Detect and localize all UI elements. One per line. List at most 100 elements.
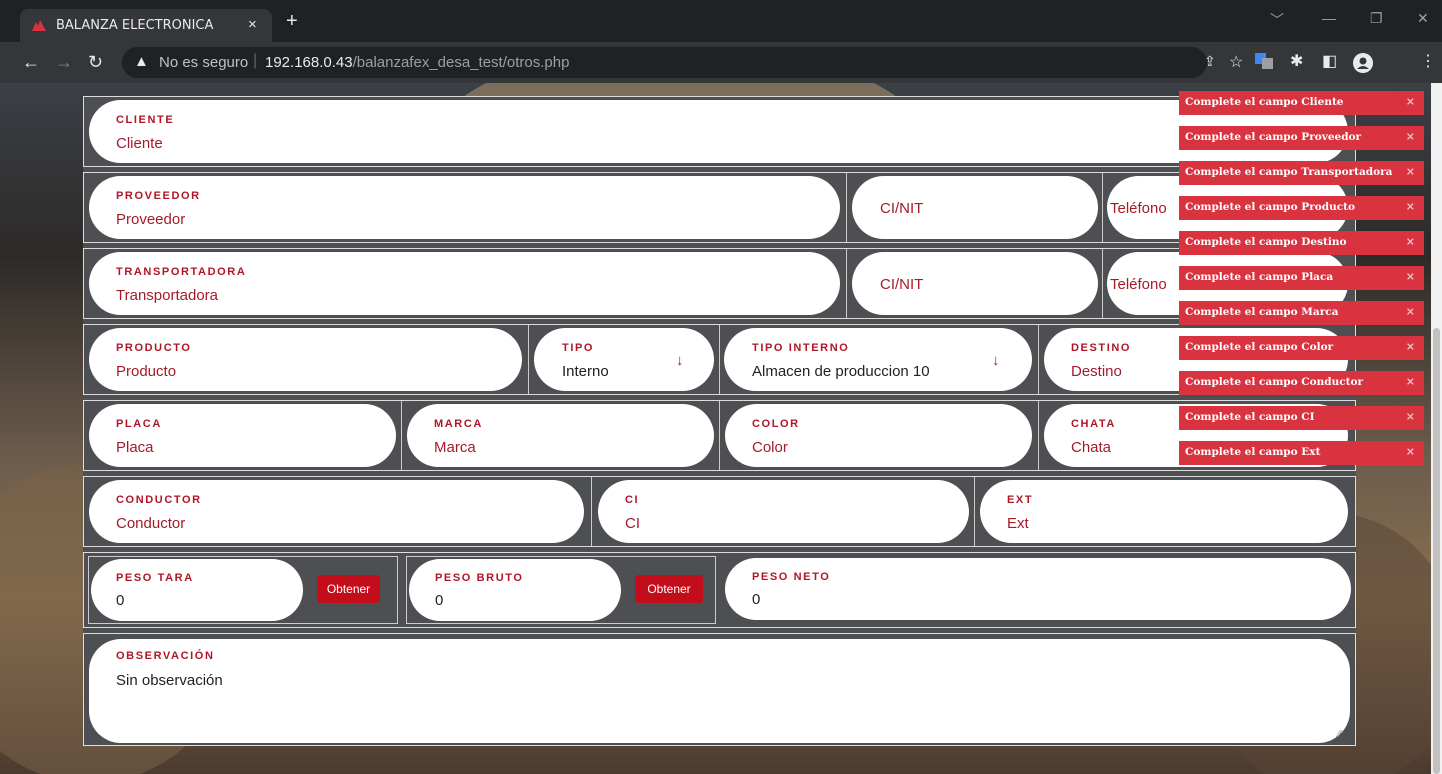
proveedor-input[interactable]: Proveedor — [116, 211, 185, 228]
address-separator: | — [253, 52, 258, 69]
peso-tara-group: PESO TARA 0 Obtener — [88, 556, 398, 624]
toast-message: Complete el campo Destino — [1185, 236, 1347, 248]
tipo-select[interactable]: TIPO Interno ↓ — [534, 328, 714, 391]
conductor-field[interactable]: CONDUCTOR Conductor — [89, 480, 584, 543]
toast-message: Complete el campo Placa — [1185, 271, 1334, 283]
transportadora-input[interactable]: Transportadora — [116, 287, 218, 304]
proveedor-ci-field[interactable]: CI/NIT — [852, 176, 1098, 239]
producto-input[interactable]: Producto — [116, 363, 176, 380]
proveedor-field[interactable]: PROVEEDOR Proveedor — [89, 176, 840, 239]
toast-proveedor: Complete el campo Proveedor × — [1179, 126, 1424, 150]
chata-input[interactable]: Chata — [1071, 439, 1111, 456]
minimize-icon[interactable]: — — [1322, 10, 1336, 26]
destino-input[interactable]: Destino — [1071, 363, 1122, 380]
cliente-input[interactable]: Cliente — [116, 135, 163, 152]
tab-search-icon[interactable]: ﹀ — [1270, 10, 1284, 30]
marca-field[interactable]: MARCA Marca — [407, 404, 714, 467]
page-content: CLIENTE Cliente PROVEEDOR Proveedor CI/N… — [0, 83, 1442, 774]
transportadora-field[interactable]: TRANSPORTADORA Transportadora — [89, 252, 840, 315]
tipo-dropdown-arrow-icon[interactable]: ↓ — [676, 352, 684, 369]
producto-field[interactable]: PRODUCTO Producto — [89, 328, 522, 391]
observacion-label: OBSERVACIÓN — [116, 650, 215, 662]
cliente-field[interactable]: CLIENTE Cliente — [89, 100, 1348, 163]
reload-icon[interactable]: ↻ — [88, 52, 103, 72]
toast-close-icon[interactable]: × — [1406, 340, 1415, 353]
transportadora-row: TRANSPORTADORA Transportadora CI/NIT Tel… — [83, 248, 1356, 319]
peso-tara-value[interactable]: 0 — [116, 592, 124, 609]
observacion-textarea[interactable]: OBSERVACIÓN Sin observación ⁄⁄ — [89, 639, 1350, 743]
browser-tab[interactable]: BALANZA ELECTRONICA × — [20, 9, 272, 42]
transportadora-ci-field[interactable]: CI/NIT — [852, 252, 1098, 315]
toast-close-icon[interactable]: × — [1406, 165, 1415, 178]
obtener-tara-button[interactable]: Obtener — [317, 575, 380, 603]
profile-avatar-icon[interactable] — [1353, 53, 1373, 78]
toast-close-icon[interactable]: × — [1406, 235, 1415, 248]
restore-icon[interactable]: ❐ — [1370, 10, 1383, 27]
toast-close-icon[interactable]: × — [1406, 130, 1415, 143]
proveedor-label: PROVEEDOR — [116, 190, 201, 202]
address-bar[interactable]: ▲ No es seguro | 192.168.0.43/balanzafex… — [122, 47, 1243, 78]
proveedor-row: PROVEEDOR Proveedor CI/NIT Teléfono — [83, 172, 1356, 243]
column-divider — [719, 325, 720, 394]
ext-input[interactable]: Ext — [1007, 515, 1029, 532]
proveedor-ci-input[interactable]: CI/NIT — [880, 200, 923, 217]
ci-field[interactable]: CI CI — [598, 480, 969, 543]
tipo-interno-value: Almacen de produccion 10 — [752, 363, 930, 380]
destino-label: DESTINO — [1071, 342, 1132, 354]
peso-bruto-field[interactable]: PESO BRUTO 0 — [409, 559, 621, 621]
observacion-value[interactable]: Sin observación — [116, 672, 223, 689]
share-icon[interactable]: ⇪ — [1204, 53, 1216, 70]
transportadora-ci-input[interactable]: CI/NIT — [880, 276, 923, 293]
placa-field[interactable]: PLACA Placa — [89, 404, 396, 467]
peso-bruto-value[interactable]: 0 — [435, 592, 443, 609]
peso-neto-value[interactable]: 0 — [752, 591, 760, 608]
toast-close-icon[interactable]: × — [1406, 305, 1415, 318]
obtener-bruto-button[interactable]: Obtener — [635, 575, 703, 603]
column-divider — [1102, 173, 1103, 242]
placa-input[interactable]: Placa — [116, 439, 154, 456]
toast-message: Complete el campo CI — [1185, 411, 1315, 423]
side-panel-icon[interactable]: ◧ — [1322, 53, 1337, 71]
transportadora-telefono-input[interactable]: Teléfono — [1110, 276, 1167, 293]
toast-producto: Complete el campo Producto × — [1179, 196, 1424, 220]
peso-neto-field[interactable]: PESO NETO 0 — [725, 558, 1351, 620]
marca-label: MARCA — [434, 418, 483, 430]
column-divider — [401, 401, 402, 470]
column-divider — [1102, 249, 1103, 318]
producto-row: PRODUCTO Producto TIPO Interno ↓ TIPO IN… — [83, 324, 1356, 395]
toast-close-icon[interactable]: × — [1406, 445, 1415, 458]
bookmark-star-icon[interactable]: ☆ — [1229, 52, 1243, 72]
tab-close-icon[interactable]: × — [248, 16, 257, 33]
toast-close-icon[interactable]: × — [1406, 375, 1415, 388]
toast-close-icon[interactable]: × — [1406, 200, 1415, 213]
menu-kebab-icon[interactable]: ⋮ — [1420, 53, 1436, 71]
toast-close-icon[interactable]: × — [1406, 270, 1415, 283]
forward-icon[interactable]: → — [55, 52, 73, 72]
url-host: 192.168.0.43 — [265, 54, 353, 71]
observacion-cell: OBSERVACIÓN Sin observación ⁄⁄ — [83, 633, 1356, 746]
new-tab-button[interactable]: + — [286, 11, 298, 31]
tipo-interno-dropdown-arrow-icon[interactable]: ↓ — [992, 352, 1000, 369]
close-window-icon[interactable]: ✕ — [1417, 10, 1429, 27]
peso-tara-label: PESO TARA — [116, 572, 194, 584]
toast-close-icon[interactable]: × — [1406, 410, 1415, 423]
toast-message: Complete el campo Transportadora — [1185, 166, 1393, 178]
conductor-input[interactable]: Conductor — [116, 515, 185, 532]
column-divider — [846, 249, 847, 318]
proveedor-telefono-input[interactable]: Teléfono — [1110, 200, 1167, 217]
back-icon[interactable]: ← — [22, 52, 40, 72]
ci-input[interactable]: CI — [625, 515, 640, 532]
translate-extension-icon[interactable] — [1255, 53, 1273, 74]
color-field[interactable]: COLOR Color — [725, 404, 1032, 467]
tipo-interno-select[interactable]: TIPO INTERNO Almacen de produccion 10 ↓ — [724, 328, 1032, 391]
page-scrollbar-thumb[interactable] — [1433, 328, 1440, 774]
toast-message: Complete el campo Proveedor — [1185, 131, 1362, 143]
marca-input[interactable]: Marca — [434, 439, 476, 456]
extensions-puzzle-icon[interactable]: ✱ — [1290, 53, 1303, 71]
peso-bruto-label: PESO BRUTO — [435, 572, 524, 584]
toast-close-icon[interactable]: × — [1406, 95, 1415, 108]
textarea-resize-handle-icon[interactable]: ⁄⁄ — [1338, 729, 1341, 740]
peso-tara-field[interactable]: PESO TARA 0 — [91, 559, 303, 621]
ext-field[interactable]: EXT Ext — [980, 480, 1348, 543]
color-input[interactable]: Color — [752, 439, 788, 456]
